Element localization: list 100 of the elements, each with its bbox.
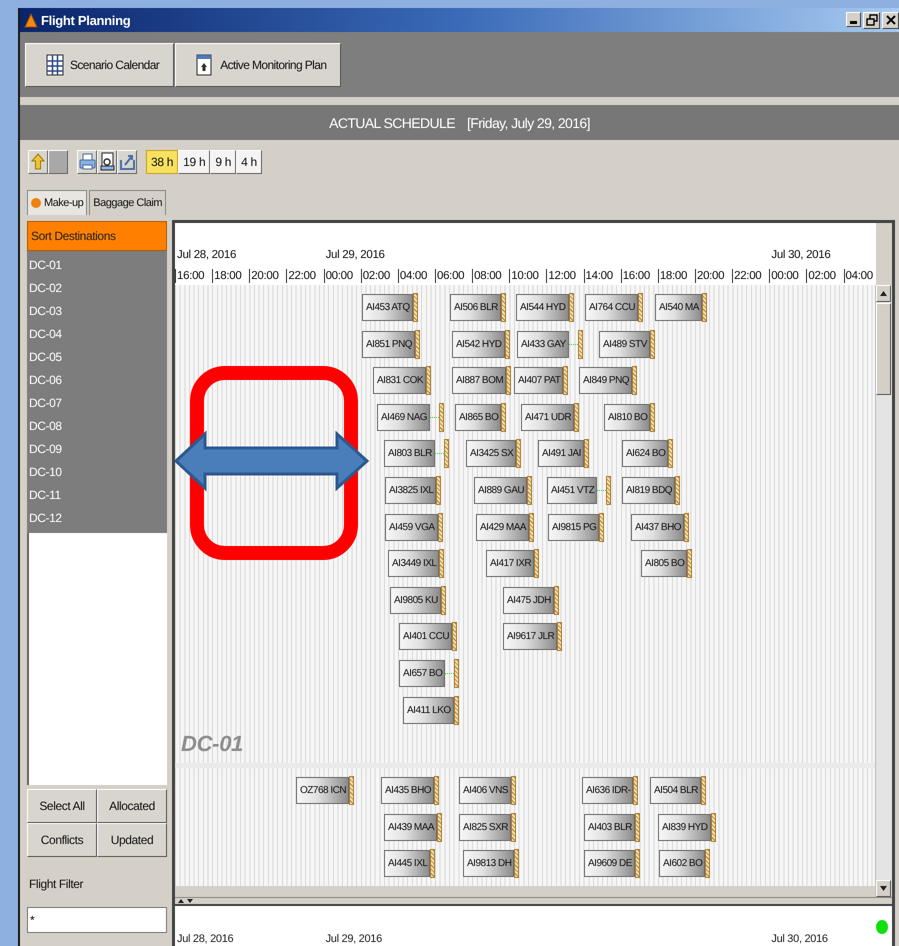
- zoom-button[interactable]: 9 h: [210, 150, 236, 174]
- flight-filter-label: Flight Filter: [28, 877, 84, 893]
- filter-button[interactable]: Conflicts: [27, 823, 97, 857]
- destination-item[interactable]: DC-09: [29, 438, 167, 461]
- close-button[interactable]: [882, 12, 899, 28]
- flight-bar[interactable]: AI407 PAT: [514, 367, 564, 394]
- status-indicator: [876, 920, 888, 934]
- schedule-title: ACTUAL SCHEDULE: [329, 114, 455, 130]
- flight-bar[interactable]: AI544 HYD: [516, 294, 569, 321]
- flight-bar[interactable]: AI506 BLR: [450, 294, 501, 321]
- flight-bar[interactable]: AI831 COK: [373, 367, 426, 394]
- flight-bar[interactable]: AI839 HYD: [658, 814, 711, 841]
- print-preview-button[interactable]: [97, 150, 117, 174]
- filter-button[interactable]: Updated: [97, 823, 167, 857]
- flight-filter-field[interactable]: *: [27, 907, 167, 933]
- destination-item[interactable]: DC-05: [29, 346, 167, 369]
- hour-label: 04:00: [398, 269, 435, 283]
- flight-bar[interactable]: AI417 IXR: [486, 550, 534, 578]
- destination-item[interactable]: DC-01: [29, 254, 167, 277]
- flight-bar[interactable]: AI471 UDR: [521, 404, 574, 431]
- hatched-marker: [634, 849, 640, 878]
- flight-bar[interactable]: AI9813 DH: [463, 850, 514, 878]
- flight-bar[interactable]: AI3425 SX: [466, 440, 516, 468]
- restore-button[interactable]: [863, 12, 880, 28]
- flight-bar[interactable]: AI9609 DE: [584, 850, 635, 878]
- printer-button[interactable]: [77, 150, 97, 174]
- flight-bar[interactable]: AI451 VTZ: [547, 476, 598, 504]
- flight-bar[interactable]: AI636 IDR-: [582, 777, 634, 804]
- flight-bar[interactable]: AI825 SXR: [459, 814, 511, 841]
- destination-item[interactable]: DC-11: [29, 484, 167, 507]
- hatched-marker: [439, 402, 444, 432]
- flight-bar[interactable]: AI491 JAI: [538, 440, 584, 468]
- flight-bar[interactable]: AI411 LKO: [403, 696, 454, 724]
- flight-bar[interactable]: AI401 CCU: [399, 623, 452, 650]
- flight-bar[interactable]: AI887 BOM: [452, 367, 506, 394]
- destination-item[interactable]: DC-04: [29, 323, 167, 346]
- flight-bar[interactable]: AI453 ATQ: [362, 294, 413, 321]
- flight-bar[interactable]: AI3825 IXL: [385, 476, 436, 504]
- flight-bar[interactable]: AI851 PNQ: [362, 330, 416, 358]
- tab[interactable]: Baggage Claim: [89, 190, 166, 215]
- flight-bar[interactable]: AI3449 IXL: [388, 550, 440, 578]
- filter-button[interactable]: Allocated: [97, 789, 167, 823]
- flight-bar[interactable]: AI602 BO: [659, 850, 706, 878]
- destination-item[interactable]: DC-02: [29, 277, 167, 300]
- flight-bar[interactable]: AI657 BO: [399, 660, 446, 687]
- date-label: Jul 28, 2016: [177, 249, 236, 261]
- zoom-button[interactable]: 38 h: [146, 150, 178, 174]
- vertical-scrollbar[interactable]: [875, 285, 892, 897]
- scroll-thumb[interactable]: [876, 303, 891, 395]
- zoom-button[interactable]: 19 h: [178, 150, 210, 174]
- hour-label: 04:00: [844, 269, 881, 283]
- flight-bar[interactable]: AI469 NAG: [377, 404, 430, 431]
- calendar-grid-icon: [46, 54, 64, 76]
- zoom-button[interactable]: 4 h: [236, 150, 262, 174]
- flight-bar[interactable]: AI489 STV: [599, 330, 650, 358]
- flight-bar[interactable]: AI849 PNQ: [579, 367, 632, 394]
- hatched-marker: [454, 696, 459, 725]
- flight-bar[interactable]: AI406 VNS: [459, 777, 511, 804]
- flight-bar[interactable]: AI805 BO: [641, 550, 688, 578]
- flight-bar[interactable]: OZ768 ICN: [296, 777, 350, 804]
- flight-bar[interactable]: AI433 GAY: [517, 330, 569, 358]
- flight-bar[interactable]: AI403 BLR: [584, 814, 635, 841]
- tab[interactable]: Make-up: [27, 190, 88, 215]
- flight-bar[interactable]: AI889 GAU: [474, 476, 528, 504]
- hatched-marker: [440, 586, 446, 615]
- flight-bar[interactable]: AI445 IXL: [384, 850, 430, 878]
- flight-bar[interactable]: AI810 BO: [604, 404, 650, 431]
- destination-item[interactable]: DC-10: [29, 461, 167, 484]
- flight-bar[interactable]: AI9617 JLR: [503, 623, 558, 650]
- destination-item[interactable]: DC-12: [29, 507, 167, 530]
- destination-item[interactable]: DC-08: [29, 415, 167, 438]
- destination-item[interactable]: DC-06: [29, 369, 167, 392]
- filter-button[interactable]: Select All: [27, 789, 97, 823]
- flight-bar[interactable]: AI435 BHO: [381, 777, 434, 804]
- flight-bar[interactable]: AI475 JDH: [503, 586, 554, 614]
- toolbar-button[interactable]: Scenario Calendar: [25, 42, 174, 86]
- export-button[interactable]: [117, 150, 137, 174]
- destination-item[interactable]: DC-03: [29, 300, 167, 323]
- hatched-marker: [527, 476, 532, 505]
- window-title: Flight Planning: [41, 12, 130, 28]
- flight-bar[interactable]: AI504 BLR: [650, 777, 701, 804]
- up-arrow-button[interactable]: [28, 150, 48, 174]
- flight-bar[interactable]: AI437 BHO: [631, 514, 684, 541]
- flight-bar[interactable]: AI9815 PG: [548, 514, 600, 541]
- flight-bar[interactable]: AI459 VGA: [385, 514, 438, 541]
- destination-item[interactable]: DC-07: [29, 392, 167, 415]
- flight-bar[interactable]: AI540 MA: [655, 294, 702, 321]
- splitter[interactable]: [175, 897, 892, 906]
- flight-bar[interactable]: AI764 CCU: [585, 294, 638, 321]
- minimize-button[interactable]: [846, 12, 861, 26]
- toolbar-button[interactable]: Active Monitoring Plan: [175, 42, 342, 86]
- flight-bar[interactable]: AI624 BO: [622, 440, 668, 468]
- warning-triangle-icon: [24, 12, 38, 28]
- flight-bar[interactable]: AI9805 KU: [390, 586, 441, 614]
- flight-bar[interactable]: AI542 HYD: [452, 330, 505, 358]
- flight-bar[interactable]: AI803 BLR: [384, 440, 435, 468]
- flight-bar[interactable]: AI439 MAA: [384, 814, 438, 841]
- flight-bar[interactable]: AI865 BO: [455, 404, 502, 431]
- flight-bar[interactable]: AI819 BDQ: [622, 476, 676, 504]
- flight-bar[interactable]: AI429 MAA: [476, 514, 530, 541]
